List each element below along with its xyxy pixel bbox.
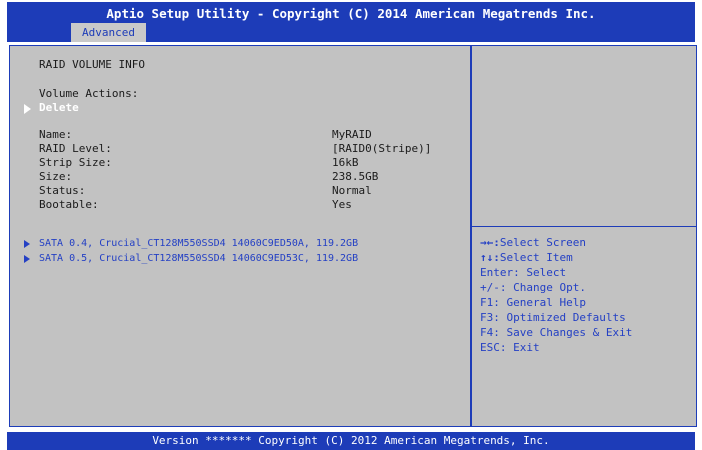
help-text: General Help bbox=[506, 296, 586, 309]
help-item-exit: ESC: Exit bbox=[480, 341, 540, 355]
main-panel bbox=[9, 45, 697, 427]
panel-divider-horizontal bbox=[472, 226, 697, 227]
help-key-left-right: →←: bbox=[480, 236, 500, 249]
help-text: Select bbox=[526, 266, 567, 279]
volume-actions-label: Volume Actions: bbox=[39, 87, 139, 100]
help-item-change-opt: +/-: Change Opt. bbox=[480, 281, 586, 295]
field-value-bootable: Yes bbox=[332, 198, 352, 211]
help-item-enter: Enter: Select bbox=[480, 266, 566, 280]
help-text: Optimized Defaults bbox=[506, 311, 626, 324]
help-key: F4: bbox=[480, 326, 500, 339]
help-item-optimized-defaults: F3: Optimized Defaults bbox=[480, 311, 626, 325]
footer-bar: Version ******* Copyright (C) 2012 Ameri… bbox=[7, 432, 695, 450]
field-label-strip-size: Strip Size: bbox=[39, 156, 112, 169]
field-value-strip-size: 16kB bbox=[332, 156, 359, 169]
field-label-name: Name: bbox=[39, 128, 73, 141]
field-label-size: Size: bbox=[39, 170, 73, 183]
field-label-status: Status: bbox=[39, 184, 86, 197]
help-text: Save Changes & Exit bbox=[506, 326, 633, 339]
help-text: Change Opt. bbox=[513, 281, 586, 294]
disk-arrow-icon bbox=[24, 240, 30, 248]
field-label-bootable: Bootable: bbox=[39, 198, 99, 211]
help-item-save-exit: F4: Save Changes & Exit bbox=[480, 326, 632, 340]
help-item-general-help: F1: General Help bbox=[480, 296, 586, 310]
help-text: Select Screen bbox=[499, 236, 586, 249]
field-value-name: MyRAID bbox=[332, 128, 372, 141]
disk-item-sata-0-4[interactable]: SATA 0.4, Crucial_CT128M550SSD4 14060C9E… bbox=[39, 237, 358, 251]
header-title: Aptio Setup Utility - Copyright (C) 2014… bbox=[106, 6, 596, 21]
help-item-select-screen: →←:Select Screen bbox=[480, 236, 586, 250]
help-key: +/-: bbox=[480, 281, 507, 294]
field-value-raid-level: [RAID0(Stripe)] bbox=[332, 142, 432, 155]
tab-advanced[interactable]: Advanced bbox=[71, 23, 146, 42]
field-value-size: 238.5GB bbox=[332, 170, 379, 183]
help-text: Select Item bbox=[499, 251, 573, 264]
submenu-arrow-icon bbox=[24, 104, 31, 114]
help-key: F1: bbox=[480, 296, 500, 309]
disk-item-sata-0-5[interactable]: SATA 0.5, Crucial_CT128M550SSD4 14060C9E… bbox=[39, 252, 358, 266]
help-key: F3: bbox=[480, 311, 500, 324]
field-label-raid-level: RAID Level: bbox=[39, 142, 112, 155]
bios-screen: Aptio Setup Utility - Copyright (C) 2014… bbox=[0, 0, 702, 450]
help-text: Exit bbox=[513, 341, 540, 354]
delete-action[interactable]: Delete bbox=[39, 101, 79, 115]
help-key: Enter: bbox=[480, 266, 520, 279]
panel-divider-vertical bbox=[470, 45, 472, 427]
header-bar: Aptio Setup Utility - Copyright (C) 2014… bbox=[7, 2, 695, 42]
field-value-status: Normal bbox=[332, 184, 372, 197]
disk-arrow-icon bbox=[24, 255, 30, 263]
section-title: RAID VOLUME INFO bbox=[39, 58, 145, 71]
help-key-up-down: ↑↓: bbox=[480, 251, 500, 264]
help-item-select-item: ↑↓:Select Item bbox=[480, 251, 573, 265]
help-key: ESC: bbox=[480, 341, 507, 354]
